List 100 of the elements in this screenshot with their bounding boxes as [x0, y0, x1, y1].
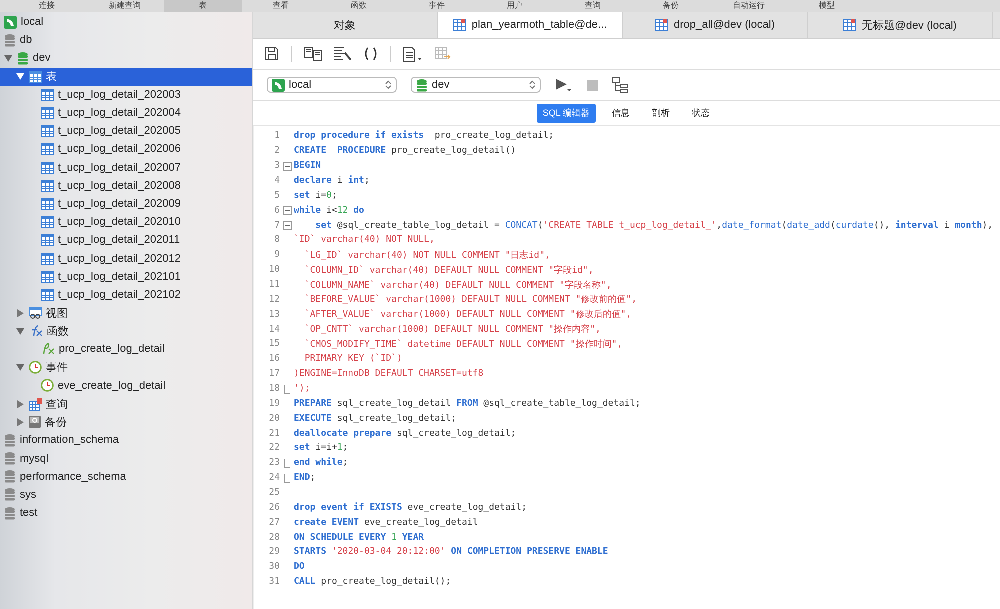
code-line: EXECUTE sql_create_log_detail; — [294, 414, 457, 424]
editor-tab[interactable]: 剖析 — [646, 104, 676, 122]
clock-icon — [29, 361, 42, 374]
tree-item[interactable]: t_ucp_log_detail_202009 — [0, 194, 252, 214]
line-number: 3 — [274, 161, 280, 172]
line-number: 5 — [274, 190, 280, 201]
view-icon — [29, 307, 42, 320]
chevron-updown-icon — [529, 80, 536, 90]
database-select[interactable]: dev — [411, 77, 541, 93]
database-icon — [4, 506, 16, 520]
tree-item[interactable]: mysql — [0, 450, 252, 468]
collapse-arrow-icon[interactable] — [4, 54, 13, 63]
expand-arrow-icon[interactable] — [16, 400, 25, 409]
tree-item[interactable]: t_ucp_log_detail_202005 — [0, 122, 252, 140]
table-icon — [41, 162, 54, 174]
run-icon[interactable] — [555, 78, 573, 92]
line-number: 12 — [268, 294, 280, 305]
table-icon — [41, 288, 54, 301]
tree-item[interactable]: dev — [0, 49, 252, 68]
database-icon — [4, 434, 16, 447]
menu-item[interactable]: 自动运行 — [710, 0, 788, 12]
query-icon — [29, 398, 42, 411]
code-line: `BEFORE_VALUE` varchar(1000) DEFAULT NULL COMMENT "修改前的值", — [304, 294, 638, 306]
editor-tab[interactable]: SQL 编辑器 — [536, 104, 596, 122]
collapse-arrow-icon[interactable] — [16, 72, 25, 82]
line-number: 11 — [268, 280, 280, 290]
tree-item[interactable]: t_ucp_log_detail_202011 — [0, 231, 252, 250]
line-number: 25 — [268, 488, 280, 498]
code-line: `AFTER_VALUE` varchar(1000) DEFAULT NULL COMMENT "修改后的值", — [304, 308, 632, 322]
tree-item[interactable]: performance_schema — [0, 468, 252, 486]
menu-item[interactable]: 表 — [164, 0, 242, 12]
tab[interactable]: plan_yearmoth_table@de... — [438, 12, 623, 38]
table-icon — [29, 70, 42, 83]
tree-item[interactable]: 视图 — [0, 304, 252, 322]
tree-item[interactable]: t_ucp_log_detail_202010 — [0, 213, 252, 232]
tree-item[interactable]: t_ucp_log_detail_202003 — [0, 86, 252, 104]
line-number: 2 — [274, 146, 280, 156]
code-line: DO — [294, 562, 305, 572]
table-icon — [41, 252, 54, 265]
menu-item[interactable]: 事件 — [398, 0, 476, 12]
line-number: 21 — [268, 428, 280, 439]
tree-item[interactable]: 表 — [0, 68, 252, 86]
tree-item[interactable]: 查询 — [0, 394, 252, 414]
tree-item[interactable]: db — [0, 31, 252, 50]
tree-item[interactable]: pro_create_log_detail — [0, 340, 252, 359]
tree-item[interactable]: test — [0, 504, 252, 522]
line-number: 22 — [268, 443, 280, 454]
table-icon — [41, 216, 54, 228]
tree-item[interactable]: 事件 — [0, 358, 252, 377]
code-line: deallocate prepare sql_create_log_detail; — [294, 428, 516, 439]
database-icon — [17, 52, 29, 65]
line-number: 14 — [268, 324, 280, 335]
menu-item[interactable]: 查询 — [554, 0, 632, 12]
fold-icon[interactable] — [282, 206, 292, 216]
tree-item[interactable]: 备份 — [0, 413, 252, 432]
format-brush-icon[interactable] — [334, 47, 352, 61]
expand-arrow-icon[interactable] — [16, 308, 25, 318]
code-line: create EVENT eve_create_log_detail — [294, 518, 478, 528]
table-icon — [41, 198, 54, 210]
tree-item[interactable]: t_ucp_log_detail_202008 — [0, 176, 252, 195]
menu-item[interactable]: 查看 — [242, 0, 320, 12]
explain-icon[interactable] — [612, 77, 628, 93]
line-number: 20 — [268, 414, 280, 424]
line-number: 15 — [268, 339, 280, 350]
code-line: set i=i+1; — [294, 443, 348, 454]
menu-item[interactable]: 连接 — [8, 0, 86, 12]
tree-item[interactable]: sys — [0, 486, 252, 504]
line-number: 8 — [274, 235, 280, 246]
collapse-arrow-icon[interactable] — [16, 326, 25, 336]
line-number: 28 — [268, 532, 280, 543]
connection-icon — [4, 16, 17, 29]
document-dropdown-icon[interactable] — [403, 46, 423, 62]
tree-item[interactable]: t_ucp_log_detail_202006 — [0, 140, 252, 158]
tree-item[interactable]: t_ucp_log_detail_202004 — [0, 104, 252, 122]
line-number: 17 — [268, 369, 280, 380]
fold-icon[interactable] — [282, 221, 292, 230]
editor-tab[interactable]: 状态 — [686, 104, 716, 122]
tree-item[interactable]: local — [0, 13, 252, 32]
tree-item[interactable]: t_ucp_log_detail_202102 — [0, 286, 252, 304]
documents-icon[interactable] — [304, 47, 322, 61]
tree-item[interactable]: eve_create_log_detail — [0, 376, 252, 395]
editor-tab[interactable]: 信息 — [606, 104, 636, 122]
save-icon[interactable] — [265, 47, 279, 61]
tree-item[interactable]: t_ucp_log_detail_202101 — [0, 268, 252, 286]
line-number: 26 — [268, 502, 280, 513]
connection-select[interactable]: local — [267, 77, 397, 93]
collapse-arrow-icon[interactable] — [16, 363, 25, 372]
fold-icon[interactable] — [282, 162, 292, 171]
tree-item[interactable]: 函数 — [0, 322, 252, 340]
parentheses-icon[interactable] — [364, 47, 378, 61]
menu-item[interactable]: 备份 — [632, 0, 710, 12]
menu-item[interactable]: 函数 — [320, 0, 398, 12]
menu-item[interactable]: 新建查询 — [86, 0, 164, 12]
tree-item[interactable]: t_ucp_log_detail_202012 — [0, 249, 252, 268]
line-number: 19 — [268, 398, 280, 409]
menu-item[interactable]: 用户 — [476, 0, 554, 12]
tree-item[interactable]: information_schema — [0, 431, 252, 450]
expand-arrow-icon[interactable] — [16, 418, 25, 427]
tree-item[interactable]: t_ucp_log_detail_202007 — [0, 158, 252, 177]
menu-item[interactable]: 模型 — [788, 0, 866, 12]
